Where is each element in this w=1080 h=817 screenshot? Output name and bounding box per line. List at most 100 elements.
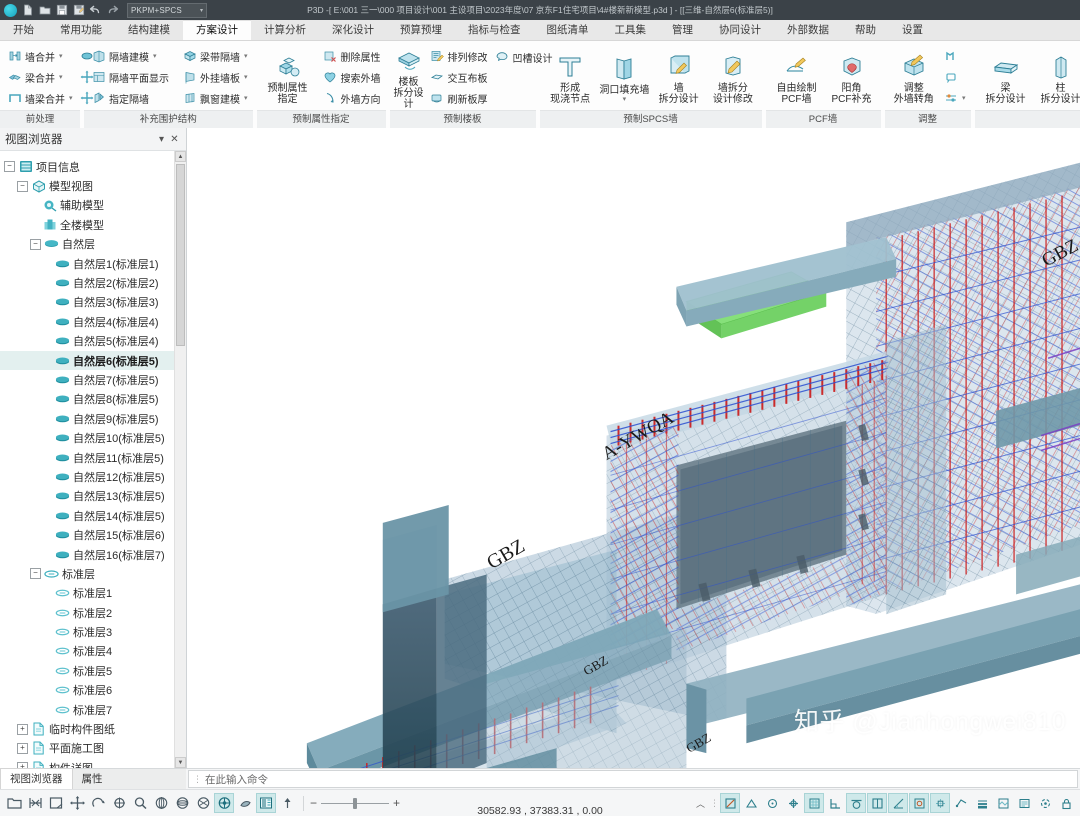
delete-attr-button[interactable]: 删除属性 xyxy=(321,46,383,66)
scroll-down-icon[interactable]: ▼ xyxy=(175,757,186,768)
otrack-icon[interactable] xyxy=(930,793,950,813)
scrollbar-track[interactable] xyxy=(175,162,186,757)
tree-node[interactable]: 全楼模型 xyxy=(0,215,174,234)
tree-node[interactable]: 标准层5 xyxy=(0,661,174,680)
tree-node[interactable]: 自然层13(标准层5) xyxy=(0,487,174,506)
pin-icon[interactable] xyxy=(277,793,297,813)
tree-node[interactable]: − 项目信息 xyxy=(0,157,174,176)
chevron-down-icon[interactable]: ▾ xyxy=(244,52,248,60)
osnap-icon[interactable] xyxy=(909,793,929,813)
tree-node[interactable]: 自然层5(标准层4) xyxy=(0,332,174,351)
tree-node[interactable]: 自然层7(标准层5) xyxy=(0,370,174,389)
tree-node[interactable]: 自然层2(标准层2) xyxy=(0,273,174,292)
tree-node[interactable]: + 平面施工图 xyxy=(0,739,174,758)
scrollbar-thumb[interactable] xyxy=(176,164,185,346)
note-icon[interactable] xyxy=(46,793,66,813)
chevron-down-icon[interactable]: ▾ xyxy=(59,73,63,81)
partition-wall-model-button[interactable]: 隔墙建模 ▾ xyxy=(89,46,171,66)
beam-split-design-button[interactable]: 梁 拆分设计 xyxy=(979,50,1033,105)
tree-node[interactable]: 自然层6(标准层5) xyxy=(0,350,174,371)
chevron-down-icon[interactable]: ▾ xyxy=(962,94,966,102)
chevron-down-icon[interactable]: ▾ xyxy=(153,52,157,60)
zoom-slider[interactable]: − + xyxy=(310,797,400,809)
tree-node[interactable]: 自然层4(标准层4) xyxy=(0,312,174,331)
tree-node[interactable]: 自然层10(标准层5) xyxy=(0,428,174,447)
tree-node[interactable]: − 自然层 xyxy=(0,235,174,254)
tree-node[interactable]: 自然层1(标准层1) xyxy=(0,254,174,273)
zoom-in-icon[interactable]: + xyxy=(393,797,400,809)
arrange-modify-button[interactable]: 排列修改 xyxy=(428,46,490,66)
cladding-panel-button[interactable]: 外挂墙板 ▾ xyxy=(180,67,250,87)
tree-node[interactable]: 自然层11(标准层5) xyxy=(0,448,174,467)
tab-fanganshe ji[interactable]: 方案设计 xyxy=(183,20,251,40)
view-top-icon[interactable] xyxy=(151,793,171,813)
wall-split-modify-button[interactable]: 墙拆分 设计修改 xyxy=(706,50,759,105)
pan-move-icon[interactable] xyxy=(67,793,87,813)
tree-node[interactable]: 标准层6 xyxy=(0,681,174,700)
tree-node[interactable]: − 标准层 xyxy=(0,564,174,583)
wall-split-design-button[interactable]: 墙 拆分设计 xyxy=(652,50,705,105)
beam-merge-button[interactable]: 梁合并 ▾ xyxy=(5,67,75,87)
save-as-icon[interactable] xyxy=(72,4,85,17)
tab-shezhi[interactable]: 设置 xyxy=(889,21,936,40)
view-3d-icon[interactable] xyxy=(214,793,234,813)
snap-endpoint-icon[interactable] xyxy=(720,793,740,813)
quickprops-icon[interactable] xyxy=(1014,793,1034,813)
tree-node[interactable]: + 构件详图 xyxy=(0,758,174,768)
model-viewport[interactable]: GBZA-YWQAGBZA-YWQAGBZGBZ 知乎 @Jianhongwei… xyxy=(187,128,1080,768)
adjust-wall-corner-button[interactable]: 调整 外墙转角 xyxy=(889,50,939,105)
collapse-icon[interactable]: − xyxy=(17,180,28,192)
expand-icon[interactable]: + xyxy=(17,762,28,768)
collapse-icon[interactable]: − xyxy=(30,568,41,580)
chevron-down-icon[interactable]: ▾ xyxy=(623,96,627,103)
snap-tangent-icon[interactable] xyxy=(846,793,866,813)
snap-midpoint-icon[interactable] xyxy=(741,793,761,813)
tree-node[interactable]: − 模型视图 xyxy=(0,176,174,195)
save-icon[interactable] xyxy=(55,4,68,17)
ortho-icon[interactable] xyxy=(867,793,887,813)
layers-icon[interactable] xyxy=(256,793,276,813)
tree-node[interactable]: 自然层14(标准层5) xyxy=(0,506,174,525)
view-front-icon[interactable] xyxy=(193,793,213,813)
expand-icon[interactable]: + xyxy=(17,723,28,735)
orbit-icon[interactable] xyxy=(88,793,108,813)
tree-node[interactable]: 标准层3 xyxy=(0,622,174,641)
new-file-icon[interactable] xyxy=(21,4,34,17)
zoom-icon[interactable] xyxy=(130,793,150,813)
collapse-icon[interactable]: − xyxy=(30,238,41,250)
scroll-up-icon[interactable]: ▲ xyxy=(175,151,186,162)
chevron-down-icon[interactable]: ▾ xyxy=(69,94,73,102)
tab-guanli[interactable]: 管理 xyxy=(659,21,706,40)
tab-zhibiaoyujiancha[interactable]: 指标与检查 xyxy=(455,21,534,40)
tree-node[interactable]: 自然层15(标准层6) xyxy=(0,525,174,544)
expand-icon[interactable]: + xyxy=(17,742,28,754)
lock-icon[interactable] xyxy=(1056,793,1076,813)
chevron-down-icon[interactable]: ▾ xyxy=(59,52,63,60)
tab-tuzhiqingdan[interactable]: 图纸清单 xyxy=(534,21,602,40)
select-icon[interactable] xyxy=(25,793,45,813)
tab-bangzhu[interactable]: 帮助 xyxy=(842,21,889,40)
slab-split-design-button[interactable]: 楼板 拆分设计 xyxy=(394,44,424,110)
snap-grid-icon[interactable] xyxy=(804,793,824,813)
search-exterior-wall-button[interactable]: 搜索外墙 xyxy=(321,67,383,87)
corner-tool-3-button[interactable]: ▾ xyxy=(941,88,968,108)
tab-gongjuji[interactable]: 工具集 xyxy=(602,21,660,40)
tree-node[interactable]: 自然层9(标准层5) xyxy=(0,409,174,428)
tree-node[interactable]: 标准层4 xyxy=(0,642,174,661)
corner-tool-1-button[interactable] xyxy=(941,46,968,66)
tab-changyonggongneng[interactable]: 常用功能 xyxy=(47,21,115,40)
product-selector[interactable]: PKPM+SPCS ▾ xyxy=(127,2,207,18)
folder-icon[interactable] xyxy=(4,793,24,813)
tree-node[interactable]: 自然层12(标准层5) xyxy=(0,467,174,486)
close-icon[interactable]: ✕ xyxy=(168,133,181,146)
dyn-icon[interactable] xyxy=(951,793,971,813)
exterior-wall-direction-button[interactable]: 外墙方向 xyxy=(321,88,383,108)
tab-yusuanyumai[interactable]: 预算预埋 xyxy=(387,21,455,40)
chevron-down-icon[interactable]: ▾ xyxy=(244,73,248,81)
command-input[interactable]: ⋮ 在此输入命令 xyxy=(188,770,1078,788)
interactive-layout-button[interactable]: 交互布板 xyxy=(428,67,490,87)
zoom-knob[interactable] xyxy=(353,797,358,809)
bay-window-model-button[interactable]: 飘窗建模 ▾ xyxy=(180,88,250,108)
lineweight-icon[interactable] xyxy=(972,793,992,813)
expand-tray-icon[interactable]: ︿ xyxy=(696,797,705,810)
